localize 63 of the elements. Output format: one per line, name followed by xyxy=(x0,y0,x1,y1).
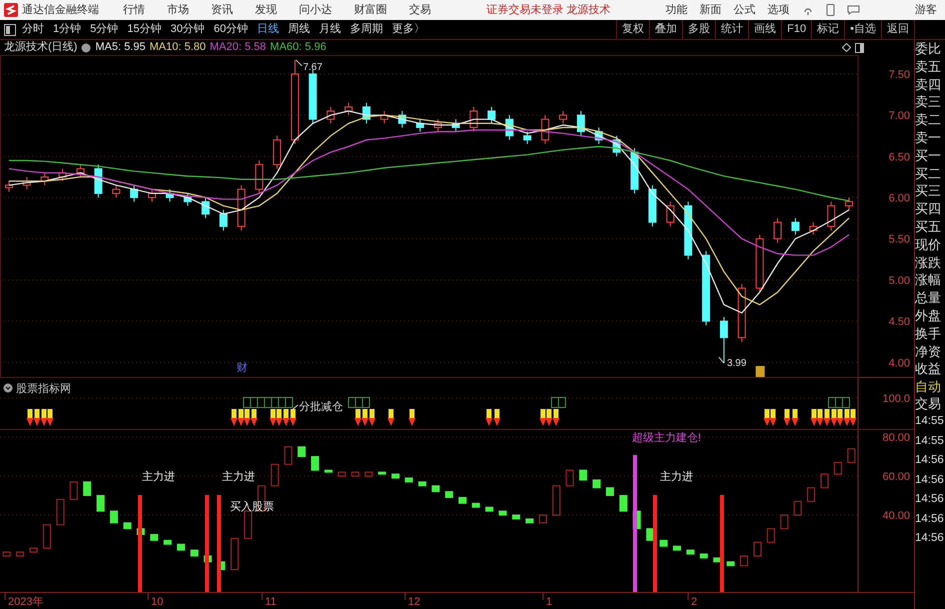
indicator-title: 股票指标网 xyxy=(16,383,71,395)
quote-field-label: 收益 xyxy=(915,360,942,378)
quote-field-label: 卖四 xyxy=(915,76,942,94)
y-axis-label: 5.50 xyxy=(888,234,910,246)
quote-field-label: 买二 xyxy=(915,164,942,182)
ma-reading: : 5.96 xyxy=(298,40,326,56)
y-axis-label: 5.00 xyxy=(888,274,910,287)
quote-field-label: 买四 xyxy=(915,200,942,218)
quote-field-label: 涨幅 xyxy=(915,271,942,290)
signal-text: 主力进 xyxy=(222,471,255,483)
app-title: 通达信金融终端 xyxy=(22,2,99,18)
legend-label: MA10 xyxy=(149,40,178,56)
signal-text: 主力进 xyxy=(660,471,693,483)
quote-field-label: 涨跌 xyxy=(915,254,942,272)
time-axis-label: 12 xyxy=(408,596,420,608)
quote-field-label: 卖一 xyxy=(915,128,942,147)
trade-time: 14:55 xyxy=(915,434,945,449)
trade-time: 14:56 xyxy=(915,453,945,468)
quote-field-label: 买五 xyxy=(915,218,942,236)
trade-time: 14:56 xyxy=(915,531,945,546)
trade-time: 14:56 xyxy=(915,512,945,527)
quote-field-label: 卖三 xyxy=(915,93,942,112)
quote-field-label: 现价 xyxy=(915,236,942,254)
y-axis-label: 4.50 xyxy=(888,316,910,328)
y-axis-label: 6.50 xyxy=(888,151,910,164)
quote-field-label: 净资 xyxy=(915,342,942,360)
finance-marker: 财 xyxy=(236,362,248,374)
ma-reading: : 5.95 xyxy=(118,40,146,56)
quote-field-label: 买一 xyxy=(915,146,942,165)
time-axis-label: 10 xyxy=(151,596,164,608)
quote-field-label: 总量 xyxy=(915,289,942,307)
y-axis-label: 7.00 xyxy=(888,110,910,122)
y-axis-label: 100.0 xyxy=(882,393,910,406)
quote-field-label: 委比 xyxy=(915,40,942,58)
legend-label: MA60 xyxy=(270,40,299,56)
stock-title: 龙源技术(日线) xyxy=(4,40,78,56)
signal-label: 分批减仓 xyxy=(299,401,343,413)
y-axis-label: 80.00 xyxy=(882,432,910,444)
time-axis-label: 2 xyxy=(691,596,698,608)
signal-text: 超级主力建仓! xyxy=(632,432,702,444)
legend-label: MA5 xyxy=(95,40,118,56)
quote-field-label: 外盘 xyxy=(915,306,942,325)
time-axis-label: 2023年 xyxy=(8,596,44,608)
legend-label: MA20 xyxy=(210,40,239,56)
quote-field-label: 买三 xyxy=(915,182,942,200)
quote-field-label: 卖五 xyxy=(915,58,942,76)
time-axis-label: 11 xyxy=(265,596,276,608)
y-axis-label: 60.00 xyxy=(882,471,910,484)
price-high-label: 7.67 xyxy=(302,62,322,73)
price-low-label: 3.99 xyxy=(726,358,746,370)
y-axis-label: 7.50 xyxy=(888,68,910,81)
signal-text: 主力进 xyxy=(142,471,175,483)
trade-time: 14:56 xyxy=(915,492,945,508)
y-axis-label: 4.00 xyxy=(888,357,910,370)
ma-reading: : 5.58 xyxy=(238,40,266,56)
time-axis-label: 1 xyxy=(546,596,552,608)
y-axis-label: 40.00 xyxy=(882,510,910,522)
ma-reading: : 5.80 xyxy=(178,40,206,56)
quote-field-label: 换手 xyxy=(915,324,942,343)
quote-field-label: 卖二 xyxy=(915,111,942,129)
trade-time: 14:56 xyxy=(915,472,945,488)
trade-time: 14:55 xyxy=(915,414,945,430)
y-axis-label: 6.00 xyxy=(888,192,910,205)
